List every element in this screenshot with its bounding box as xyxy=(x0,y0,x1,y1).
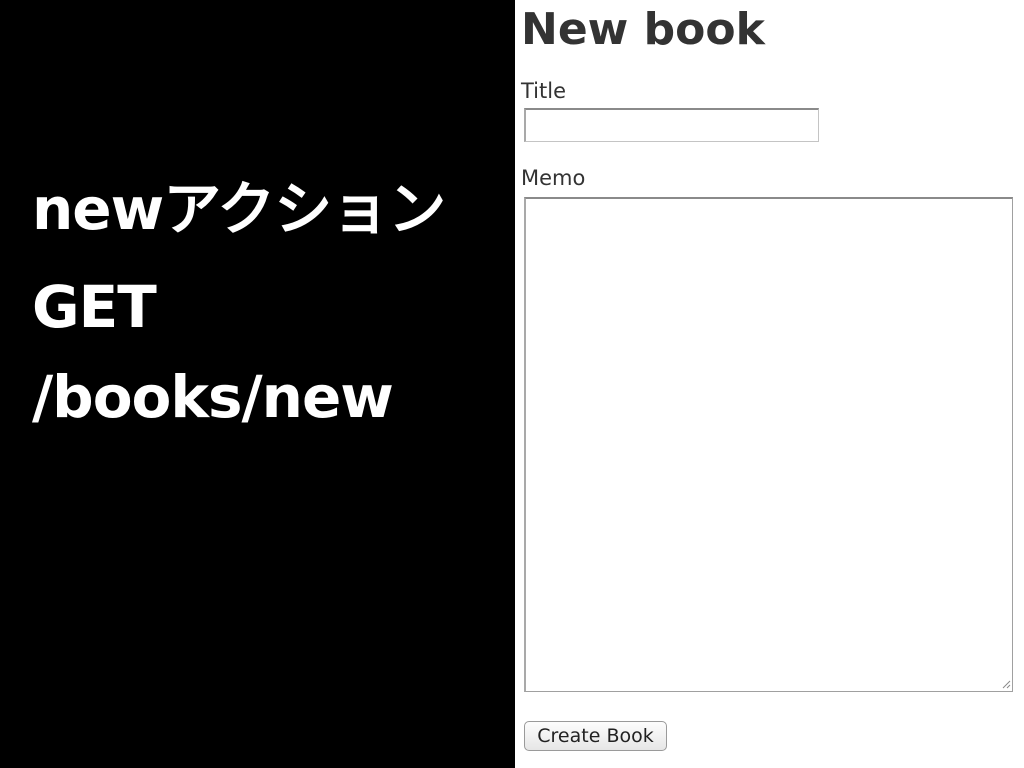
action-name-text: newアクション xyxy=(32,175,446,243)
create-book-button[interactable]: Create Book xyxy=(524,721,667,751)
http-method-text: GET xyxy=(32,273,157,341)
memo-label: Memo xyxy=(521,166,586,190)
memo-textarea[interactable] xyxy=(524,197,1013,692)
title-input[interactable] xyxy=(524,108,819,142)
slide-text-panel: newアクション GET /books/new xyxy=(0,0,515,768)
browser-page: New book Title Memo Create Book xyxy=(515,0,1024,768)
title-label: Title xyxy=(521,79,567,103)
page-title: New book xyxy=(521,4,765,55)
slide: newアクション GET /books/new New book Title M… xyxy=(0,0,1024,768)
resize-grip-icon[interactable] xyxy=(1001,679,1011,689)
route-path-text: /books/new xyxy=(32,363,394,431)
